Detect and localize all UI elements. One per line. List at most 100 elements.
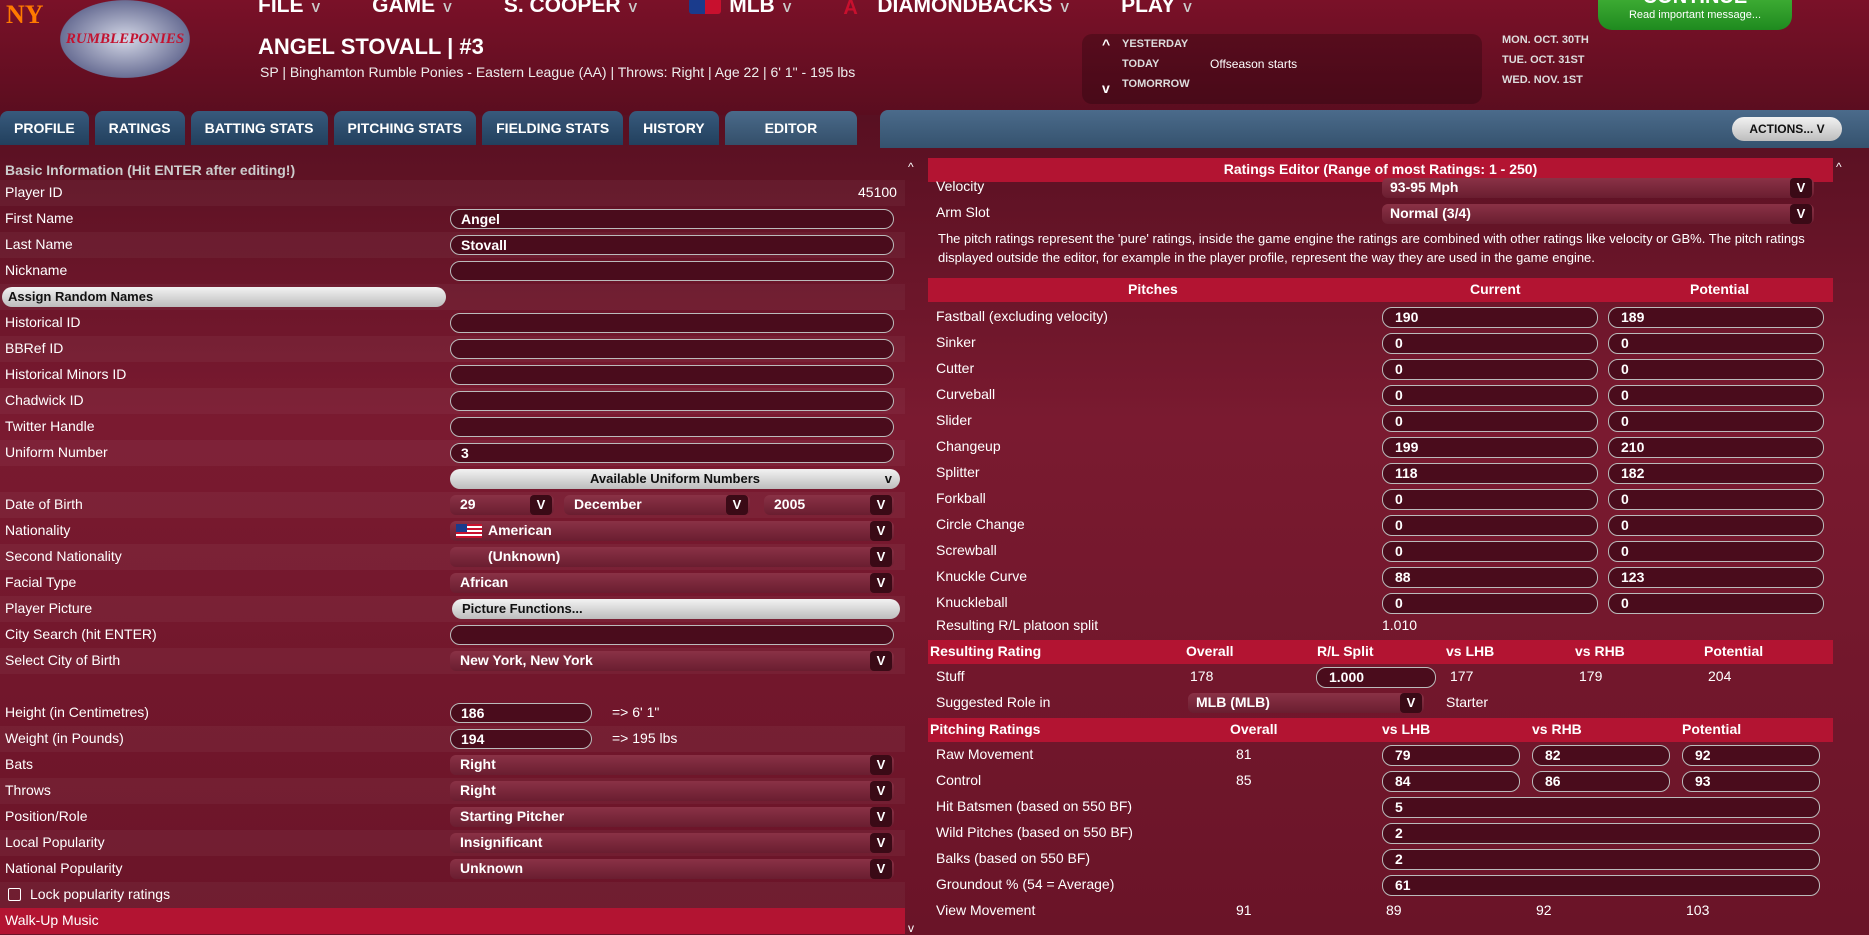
row-picture: Player Picture Picture Functions... bbox=[0, 596, 905, 622]
city-search-field[interactable] bbox=[450, 625, 894, 645]
pitch-current-field[interactable]: 88 bbox=[1382, 567, 1598, 588]
dob-year-select[interactable]: 2005 V bbox=[764, 495, 894, 515]
pitch-row: Knuckle Curve 88 123 bbox=[928, 564, 1833, 590]
dob-month-select[interactable]: December V bbox=[564, 495, 750, 515]
armslot-select[interactable]: Normal (3/4) V bbox=[1382, 204, 1814, 224]
tab-editor[interactable]: EDITOR bbox=[724, 111, 858, 145]
pitch-potential-field[interactable]: 0 bbox=[1608, 385, 1824, 406]
tab-history[interactable]: HISTORY bbox=[629, 111, 719, 145]
picture-functions-button[interactable]: Picture Functions... bbox=[452, 599, 900, 619]
pitch-current-field[interactable]: 0 bbox=[1382, 489, 1598, 510]
pitch-current-field[interactable]: 0 bbox=[1382, 359, 1598, 380]
tab-batting-stats[interactable]: BATTING STATS bbox=[190, 111, 328, 145]
height-field[interactable]: 186 bbox=[450, 703, 592, 723]
pitch-current-field[interactable]: 0 bbox=[1382, 385, 1598, 406]
second-nat-select[interactable]: (Unknown) V bbox=[450, 547, 894, 567]
row-first-name: First Name Angel bbox=[0, 206, 905, 232]
gb-field[interactable]: 61 bbox=[1382, 875, 1820, 896]
pitch-potential-field[interactable]: 0 bbox=[1608, 359, 1824, 380]
chadwick-id-field[interactable] bbox=[450, 391, 894, 411]
chevron-up-icon[interactable]: ^ bbox=[908, 160, 914, 174]
city-birth-select[interactable]: New York, New York V bbox=[450, 651, 894, 671]
historical-id-field[interactable] bbox=[450, 313, 894, 333]
tab-ratings[interactable]: RATINGS bbox=[94, 111, 185, 145]
continue-button[interactable]: CONTINUE Read important message... bbox=[1598, 0, 1792, 30]
tab-profile[interactable]: PROFILE bbox=[0, 111, 89, 145]
pitch-potential-field[interactable]: 0 bbox=[1608, 593, 1824, 614]
raw-movement-pot-field[interactable]: 92 bbox=[1682, 745, 1820, 766]
menu-play[interactable]: PLAY V bbox=[1121, 0, 1192, 18]
pitch-current-field[interactable]: 0 bbox=[1382, 411, 1598, 432]
calendar-panel: ^ YESTERDAY TODAY Offseason starts v TOM… bbox=[1082, 34, 1482, 104]
suggested-league-select[interactable]: MLB (MLB) V bbox=[1188, 693, 1424, 713]
actions-button[interactable]: ACTIONS... V bbox=[1732, 117, 1842, 141]
pitch-potential-field[interactable]: 0 bbox=[1608, 411, 1824, 432]
left-scrollbar[interactable]: ^ v bbox=[908, 160, 916, 935]
pitch-potential-field[interactable]: 0 bbox=[1608, 489, 1824, 510]
last-name-field[interactable]: Stovall bbox=[450, 235, 894, 255]
pitch-current-field[interactable]: 0 bbox=[1382, 541, 1598, 562]
raw-movement-vsr-field[interactable]: 82 bbox=[1532, 745, 1670, 766]
hist-minors-id-field[interactable] bbox=[450, 365, 894, 385]
tab-fielding-stats[interactable]: FIELDING STATS bbox=[482, 111, 624, 145]
pitch-potential-field[interactable]: 0 bbox=[1608, 541, 1824, 562]
first-name-field[interactable]: Angel bbox=[450, 209, 894, 229]
tab-pitching-stats[interactable]: PITCHING STATS bbox=[333, 111, 477, 145]
pitch-current-field[interactable]: 0 bbox=[1382, 515, 1598, 536]
nat-pop-label: National Popularity bbox=[5, 860, 123, 876]
raw-movement-vsl-field[interactable]: 79 bbox=[1382, 745, 1520, 766]
pitch-potential-field[interactable]: 0 bbox=[1608, 515, 1824, 536]
lock-popularity-checkbox[interactable] bbox=[8, 888, 21, 901]
control-vsl-field[interactable]: 84 bbox=[1382, 771, 1520, 792]
bats-select[interactable]: Right V bbox=[450, 755, 894, 775]
position-select[interactable]: Starting Pitcher V bbox=[450, 807, 894, 827]
calendar-dates: MON. OCT. 30TH TUE. OCT. 31ST WED. NOV. … bbox=[1502, 34, 1589, 94]
pitch-potential-field[interactable]: 0 bbox=[1608, 333, 1824, 354]
menu-mlb[interactable]: MLB V bbox=[689, 0, 791, 18]
uniform-field[interactable]: 3 bbox=[450, 443, 894, 463]
assign-random-names-button[interactable]: Assign Random Names bbox=[2, 287, 446, 307]
chevron-down-icon[interactable]: v bbox=[908, 921, 914, 935]
control-overall: 85 bbox=[1236, 772, 1252, 788]
org-logo[interactable]: NY bbox=[6, 0, 44, 48]
menu-game[interactable]: GAME V bbox=[372, 0, 452, 18]
balks-field[interactable]: 2 bbox=[1382, 849, 1820, 870]
throws-select[interactable]: Right V bbox=[450, 781, 894, 801]
pitch-current-field[interactable]: 0 bbox=[1382, 593, 1598, 614]
available-uniform-button[interactable]: Available Uniform Numbers v bbox=[450, 469, 900, 489]
nationality-select[interactable]: American V bbox=[450, 521, 894, 541]
chevron-down-icon[interactable]: v bbox=[1102, 80, 1110, 96]
stuff-rl-field[interactable]: 1.000 bbox=[1316, 667, 1436, 688]
wp-field[interactable]: 2 bbox=[1382, 823, 1820, 844]
weight-field[interactable]: 194 bbox=[450, 729, 592, 749]
bbref-id-field[interactable] bbox=[450, 339, 894, 359]
right-scrollbar[interactable]: ^ bbox=[1836, 160, 1844, 935]
menu-manager[interactable]: S. COOPER V bbox=[504, 0, 637, 18]
nickname-field[interactable] bbox=[450, 261, 894, 281]
menu-team[interactable]: A DIAMONDBACKS V bbox=[843, 0, 1069, 19]
hbp-field[interactable]: 5 bbox=[1382, 797, 1820, 818]
velocity-select[interactable]: 93-95 Mph V bbox=[1382, 178, 1814, 198]
local-pop-label: Local Popularity bbox=[5, 834, 105, 850]
twitter-field[interactable] bbox=[450, 417, 894, 437]
chevron-down-icon: V bbox=[726, 495, 748, 515]
pitch-current-field[interactable]: 0 bbox=[1382, 333, 1598, 354]
local-pop-select[interactable]: Insignificant V bbox=[450, 833, 894, 853]
nat-pop-select[interactable]: Unknown V bbox=[450, 859, 894, 879]
chevron-up-icon[interactable]: ^ bbox=[1836, 160, 1842, 174]
dob-day-select[interactable]: 29 V bbox=[450, 495, 554, 515]
chevron-up-icon[interactable]: ^ bbox=[1102, 36, 1110, 52]
team-logo[interactable]: RUMBLEPONIES bbox=[60, 0, 190, 78]
pitch-potential-field[interactable]: 123 bbox=[1608, 567, 1824, 588]
pitch-potential-field[interactable]: 182 bbox=[1608, 463, 1824, 484]
control-pot-field[interactable]: 93 bbox=[1682, 771, 1820, 792]
facial-select[interactable]: African V bbox=[450, 573, 894, 593]
pitch-current-field[interactable]: 118 bbox=[1382, 463, 1598, 484]
control-vsr-field[interactable]: 86 bbox=[1532, 771, 1670, 792]
bbref-id-label: BBRef ID bbox=[5, 340, 64, 356]
menu-file[interactable]: FILE V bbox=[258, 0, 320, 18]
pitch-potential-field[interactable]: 210 bbox=[1608, 437, 1824, 458]
pitch-potential-field[interactable]: 189 bbox=[1608, 307, 1824, 328]
pitch-current-field[interactable]: 199 bbox=[1382, 437, 1598, 458]
pitch-current-field[interactable]: 190 bbox=[1382, 307, 1598, 328]
